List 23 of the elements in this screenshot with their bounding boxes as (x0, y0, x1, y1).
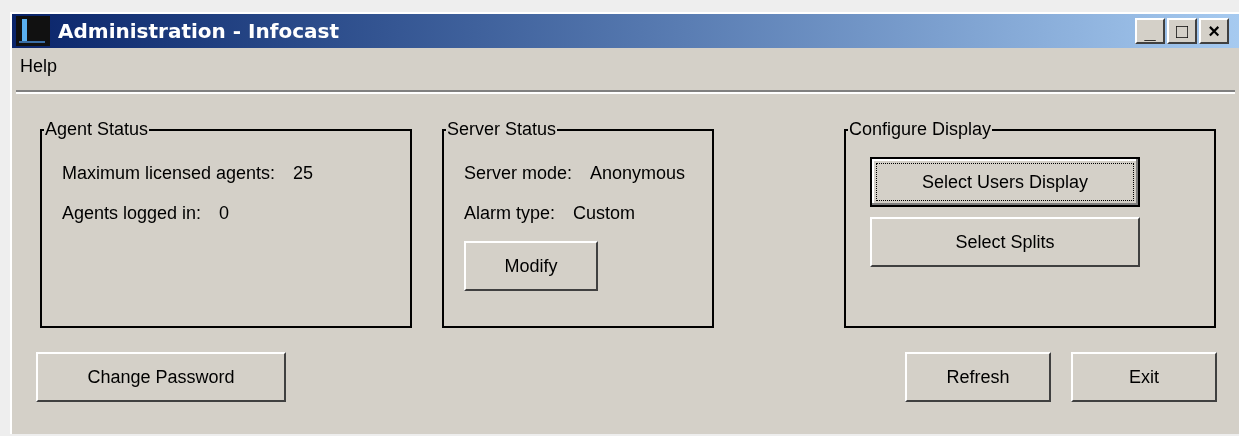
push-button[interactable]: Exit (1071, 352, 1217, 402)
push-button[interactable]: Select Users Display (870, 157, 1140, 207)
maximize-button[interactable]: □ (1167, 18, 1197, 44)
app-icon (16, 16, 50, 46)
field-value: 0 (219, 201, 230, 225)
push-button[interactable]: Change Password (36, 352, 286, 402)
minimize-button[interactable]: _ (1135, 18, 1165, 44)
push-button[interactable]: Modify (464, 241, 598, 291)
menu-item[interactable]: Help (20, 52, 58, 80)
window-title: Administration - Infocast (58, 18, 339, 45)
field-label: Server mode: (464, 161, 573, 185)
close-button[interactable]: × (1199, 18, 1229, 44)
field-label: Maximum licensed agents: (62, 161, 276, 185)
group-title: Server Status (446, 118, 558, 141)
push-button[interactable]: Select Splits (870, 217, 1140, 267)
field-label: Alarm type: (464, 201, 556, 225)
push-button[interactable]: Refresh (905, 352, 1051, 402)
group-title: Agent Status (44, 118, 150, 141)
field-value: 25 (293, 161, 314, 185)
field-value: Anonymous (590, 161, 686, 185)
group-title: Configure Display (848, 118, 993, 141)
field-value: Custom (573, 201, 636, 225)
field-label: Agents logged in: (62, 201, 202, 225)
